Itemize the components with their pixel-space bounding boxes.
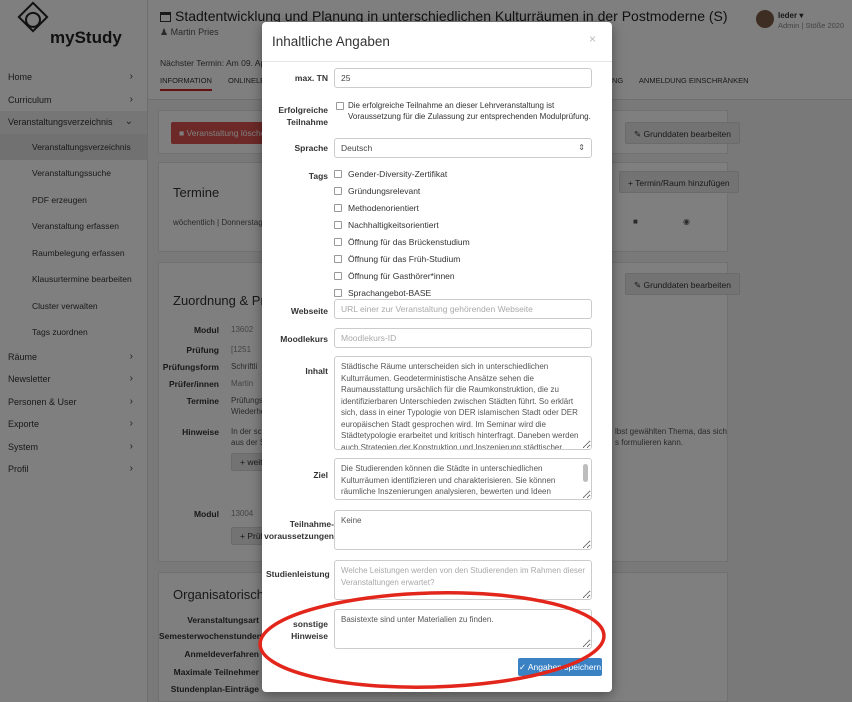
voraus-label: Teilnahme-voraussetzungen xyxy=(264,519,334,541)
tag-checkbox[interactable] xyxy=(334,289,342,297)
tag-label: Öffnung für das Früh-Studium xyxy=(348,254,461,264)
tag-checkbox[interactable] xyxy=(334,204,342,212)
sprache-label: Sprache xyxy=(294,143,328,153)
studienleistung-textarea[interactable] xyxy=(334,560,592,600)
content-details-modal: Inhaltliche Angaben × max. TN Erfolgreic… xyxy=(262,22,612,692)
tag-option[interactable]: Gründungsrelevant xyxy=(334,186,420,198)
tag-label: Öffnung für Gasthörer*innen xyxy=(348,271,455,281)
tag-checkbox[interactable] xyxy=(334,221,342,229)
tag-checkbox[interactable] xyxy=(334,272,342,280)
tag-label: Methodenorientiert xyxy=(348,203,419,213)
tag-option[interactable]: Öffnung für das Brückenstudium xyxy=(334,237,470,249)
save-button[interactable]: ✓ Angaben speichern xyxy=(518,658,602,676)
voraus-textarea[interactable]: Keine xyxy=(334,510,592,550)
moodle-label: Moodlekurs xyxy=(280,334,328,344)
tag-checkbox[interactable] xyxy=(334,238,342,246)
select-caret-icon: ⇕ xyxy=(578,143,585,152)
hinweise-textarea[interactable]: Basistexte sind unter Materialien zu fin… xyxy=(334,609,592,649)
tag-label: Gender-Diversity-Zertifikat xyxy=(348,169,448,179)
tag-label: Öffnung für das Brückenstudium xyxy=(348,237,470,247)
tag-option[interactable]: Gender-Diversity-Zertifikat xyxy=(334,169,447,181)
modal-header: Inhaltliche Angaben × xyxy=(262,22,612,62)
tag-checkbox[interactable] xyxy=(334,170,342,178)
sprache-value: Deutsch xyxy=(341,143,373,153)
hinweise-label: sonstige Hinweise xyxy=(291,619,328,641)
tag-label: Nachhaltigkeitsorientiert xyxy=(348,220,439,230)
ziel-textarea[interactable]: Die Studierenden können die Städte in un… xyxy=(334,458,592,500)
tag-label: Sprachangebot-BASE xyxy=(348,288,432,298)
scrollbar-thumb[interactable] xyxy=(583,464,588,482)
webseite-input[interactable] xyxy=(334,299,592,319)
sprache-select[interactable]: Deutsch ⇕ xyxy=(334,138,592,158)
inhalt-textarea[interactable]: Städtische Räume unterscheiden sich in u… xyxy=(334,356,592,450)
inhalt-label: Inhalt xyxy=(305,366,328,376)
tag-checkbox[interactable] xyxy=(334,187,342,195)
tag-option[interactable]: Öffnung für Gasthörer*innen xyxy=(334,271,455,283)
tags-label: Tags xyxy=(308,171,328,181)
erfolg-checkbox[interactable] xyxy=(336,102,344,110)
close-icon[interactable]: × xyxy=(589,32,596,46)
tag-option[interactable]: Nachhaltigkeitsorientiert xyxy=(334,220,439,232)
modal-title: Inhaltliche Angaben xyxy=(272,34,390,49)
erfolg-label: Erfolgreiche Teilnahme xyxy=(278,105,328,127)
erfolg-text: Die erfolgreiche Teilnahme an dieser Leh… xyxy=(348,101,591,121)
tag-checkbox[interactable] xyxy=(334,255,342,263)
webseite-label: Webseite xyxy=(290,306,328,316)
max-tn-input[interactable] xyxy=(334,68,592,88)
moodle-input[interactable] xyxy=(334,328,592,348)
tag-option[interactable]: Methodenorientiert xyxy=(334,203,419,215)
studienleistung-label: Studienleistung xyxy=(266,569,330,579)
ziel-field-wrap: Die Studierenden können die Städte in un… xyxy=(334,458,592,500)
max-tn-label: max. TN xyxy=(294,73,328,83)
ziel-label: Ziel xyxy=(313,470,328,480)
tag-option[interactable]: Öffnung für das Früh-Studium xyxy=(334,254,460,266)
tag-label: Gründungsrelevant xyxy=(348,186,421,196)
